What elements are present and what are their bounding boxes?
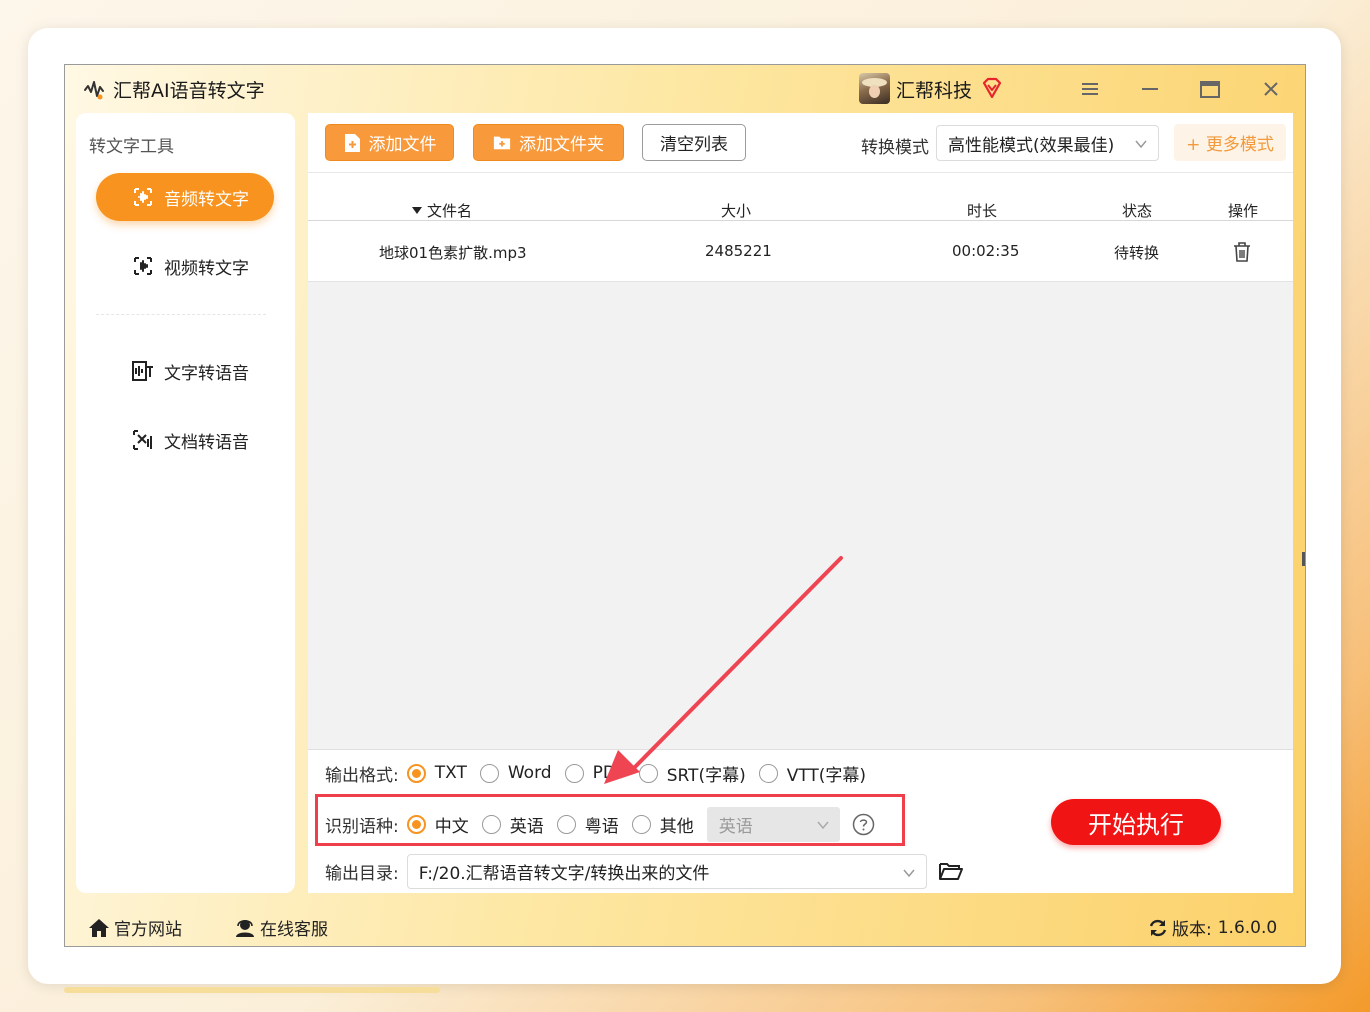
customer-service-icon [236,919,254,937]
format-option-srt[interactable]: SRT(字幕) [667,761,746,786]
file-size: 2485221 [705,242,772,260]
column-header-name[interactable]: 文件名 [412,200,472,221]
delete-trash-icon[interactable] [1233,242,1251,262]
close-button[interactable] [1256,75,1286,103]
format-option-vtt[interactable]: VTT(字幕) [787,761,866,786]
conversion-mode-select[interactable]: 高性能模式(效果最佳) [936,125,1159,161]
document-to-speech-icon [132,429,154,451]
format-option-txt[interactable]: TXT [435,763,467,783]
sidebar-item-label: 文字转语音 [164,363,249,384]
version-info[interactable]: 版本: 1.6.0.0 [1148,915,1277,940]
format-option-word[interactable]: Word [508,763,552,783]
add-file-icon [343,133,361,153]
format-radio-txt[interactable] [406,763,426,783]
sidebar-title: 转文字工具 [89,137,174,157]
format-radio-srt[interactable] [638,763,658,783]
toolbar: 添加文件 添加文件夹 清空列表 转换模式 高性能模式(效果最佳) + 更多模式 [308,113,1293,173]
clear-list-button[interactable]: 清空列表 [642,124,746,161]
output-dir-value: F:/20.汇帮语音转文字/转换出来的文件 [418,863,710,884]
file-list: 文件名 大小 时长 状态 操作 地球01色素扩散.mp3 2485221 00:… [308,173,1293,749]
sidebar-item-label: 视频转文字 [164,258,249,279]
website-label: 官方网站 [114,920,182,940]
add-folder-icon [493,133,511,153]
column-header-action: 操作 [1228,202,1259,220]
hamburger-icon [1082,83,1098,95]
app-logo-icon [84,81,104,100]
title-bar: 汇帮AI语音转文字 汇帮科技 [65,65,1305,113]
format-option-pdf[interactable]: PDF [593,763,626,783]
minimize-button[interactable] [1135,75,1165,103]
annotation-highlight-box [315,794,905,846]
conversion-mode-value: 高性能模式(效果最佳) [948,135,1115,156]
column-header-duration[interactable]: 时长 [967,200,997,221]
vip-diamond-icon[interactable] [981,77,1003,99]
window-edge-marker [1302,552,1305,566]
app-title: 汇帮AI语音转文字 [113,80,265,102]
add-folder-label: 添加文件夹 [519,135,604,155]
start-button[interactable]: 开始执行 [1051,799,1221,845]
format-radio-word[interactable] [479,763,499,783]
sidebar-item-audio-to-text[interactable]: 音频转文字 [96,173,274,221]
sidebar-divider [96,314,266,315]
sidebar-item-video-to-text[interactable]: 视频转文字 [96,242,274,290]
maximize-button[interactable] [1195,75,1225,103]
output-format-label: 输出格式: [325,765,399,786]
chevron-down-icon [903,869,915,877]
format-radio-pdf[interactable] [564,763,584,783]
output-dir-label: 输出目录: [325,863,399,884]
support-label: 在线客服 [260,920,328,940]
output-dir-row: 输出目录: F:/20.汇帮语音转文字/转换出来的文件 [325,853,963,889]
more-modes-button[interactable]: + 更多模式 [1174,124,1286,161]
decorative-strip [64,987,440,993]
support-link[interactable]: 在线客服 [234,915,328,940]
home-icon [89,918,109,937]
sidebar-item-label: 音频转文字 [164,189,249,210]
column-header-name-label: 文件名 [427,202,473,220]
footer: 官方网站 在线客服 版本: 1.6.0.0 [65,905,1305,947]
file-name: 地球01色素扩散.mp3 [379,244,527,262]
sidebar-item-doc-to-speech[interactable]: 文档转语音 [96,416,274,464]
version-label: 版本: [1172,920,1212,940]
add-folder-button[interactable]: 添加文件夹 [473,124,624,161]
website-link[interactable]: 官方网站 [88,915,182,940]
minimize-icon [1142,88,1158,90]
version-value: 1.6.0.0 [1217,917,1278,938]
video-waveform-icon [132,255,154,277]
sidebar: 转文字工具 音频转文字 视频转文字 文字转语音 文档转语音 [76,113,295,893]
brand-name[interactable]: 汇帮科技 [896,76,972,103]
maximize-icon [1200,80,1220,98]
user-avatar[interactable] [859,73,890,104]
chevron-down-icon [1135,140,1147,149]
file-status: 待转换 [1114,244,1160,262]
sidebar-item-text-to-speech[interactable]: 文字转语音 [96,347,274,395]
file-table-header: 文件名 大小 时长 状态 操作 [308,173,1293,221]
output-format-row: 输出格式: TXT Word PDF SRT(字幕) VTT(字幕) [325,758,879,788]
sidebar-item-label: 文档转语音 [164,432,249,453]
column-header-status[interactable]: 状态 [1122,200,1152,221]
refresh-icon [1149,919,1167,936]
add-file-button[interactable]: 添加文件 [325,124,454,161]
close-icon [1264,82,1278,96]
conversion-mode-label: 转换模式 [861,138,929,158]
open-folder-icon[interactable] [938,860,963,882]
format-radio-vtt[interactable] [758,763,778,783]
sort-down-icon [412,207,422,214]
audio-waveform-icon [132,186,154,208]
add-file-label: 添加文件 [368,135,437,155]
file-duration: 00:02:35 [952,242,1020,260]
column-header-size[interactable]: 大小 [721,200,751,221]
table-row[interactable]: 地球01色素扩散.mp3 2485221 00:02:35 待转换 [308,221,1293,282]
menu-button[interactable] [1075,75,1105,103]
text-to-speech-icon [132,360,154,382]
output-dir-select[interactable]: F:/20.汇帮语音转文字/转换出来的文件 [406,853,927,889]
